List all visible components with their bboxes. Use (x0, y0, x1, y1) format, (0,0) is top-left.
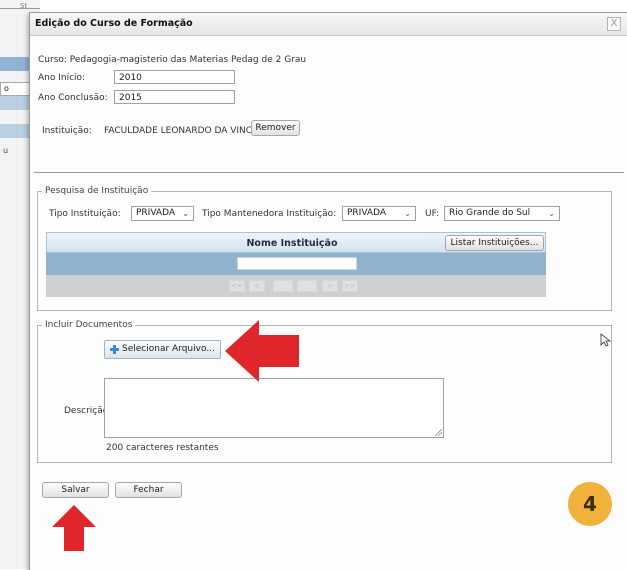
uf-value: Rio Grande do Sul (449, 208, 531, 218)
remaining-characters-text: 200 caracteres restantes (106, 443, 219, 453)
selecionar-arquivo-label: Selecionar Arquivo... (122, 344, 215, 354)
chevron-down-icon: ⌄ (548, 209, 555, 218)
background-tab-label: o (4, 84, 9, 93)
instituicao-grid-header: Nome Instituição Listar Instituições... (46, 232, 546, 253)
selecionar-arquivo-button[interactable]: Selecionar Arquivo... (104, 340, 221, 359)
ano-conclusao-field[interactable]: 2015 (114, 90, 235, 104)
ano-conclusao-label: Ano Conclusão: (38, 93, 108, 103)
documentos-legend: Incluir Documentos (45, 320, 133, 330)
resize-handle-icon[interactable] (434, 428, 442, 436)
chevron-down-icon: ⌄ (182, 209, 189, 218)
pager-total (297, 280, 317, 292)
listar-instituicoes-button[interactable]: Listar Instituições... (445, 235, 544, 251)
course-name-text: Curso: Pedagogia-magisterio das Materias… (38, 55, 307, 65)
tipo-instituicao-value: PRIVADA (136, 208, 176, 218)
plus-icon (110, 345, 119, 354)
instituicao-label: Instituição: (42, 126, 92, 136)
pager-prev-button[interactable]: < (249, 280, 265, 292)
descricao-textarea[interactable] (104, 378, 444, 438)
background-row-fragment: u (3, 146, 9, 155)
uf-label: UF: (425, 209, 440, 219)
ano-inicio-label: Ano Início: (38, 73, 86, 83)
tipo-mantenedora-value: PRIVADA (347, 208, 387, 218)
remover-button[interactable]: Remover (251, 120, 300, 136)
fechar-button[interactable]: Fechar (115, 482, 182, 498)
grid-filter-input[interactable] (237, 257, 357, 270)
red-arrow-left-icon (225, 320, 299, 382)
grid-filter-row (46, 253, 546, 275)
salvar-button[interactable]: Salvar (42, 482, 109, 498)
mouse-cursor-icon (600, 333, 612, 347)
close-icon: X (610, 18, 618, 29)
uf-select[interactable]: Rio Grande do Sul ⌄ (444, 206, 560, 221)
pager-page-field[interactable] (273, 280, 293, 292)
section-divider (34, 172, 624, 173)
grid-pager: << < > >> (46, 275, 546, 297)
tipo-instituicao-label: Tipo Instituição: (49, 209, 121, 219)
background-tab-fragment: St (20, 2, 28, 10)
pesquisa-legend: Pesquisa de Instituição (45, 186, 149, 196)
dialog-titlebar[interactable]: Edição do Curso de Formação X (30, 13, 627, 36)
ano-inicio-field[interactable]: 2010 (114, 70, 235, 84)
close-button[interactable]: X (607, 17, 621, 31)
pager-next-button[interactable]: > (322, 280, 338, 292)
tipo-mantenedora-select[interactable]: PRIVADA ⌄ (342, 206, 416, 221)
red-arrow-up-icon (52, 505, 96, 551)
instituicao-value: FACULDADE LEONARDO DA VINCI (104, 126, 255, 136)
pager-first-button[interactable]: << (229, 280, 245, 292)
chevron-down-icon: ⌄ (404, 209, 411, 218)
tipo-instituicao-select[interactable]: PRIVADA ⌄ (131, 206, 194, 221)
dialog-title: Edição do Curso de Formação (35, 18, 193, 29)
tipo-mantenedora-label: Tipo Mantenedora Instituição: (202, 209, 337, 219)
pager-last-button[interactable]: >> (342, 280, 358, 292)
step-number-badge: 4 (568, 482, 612, 526)
